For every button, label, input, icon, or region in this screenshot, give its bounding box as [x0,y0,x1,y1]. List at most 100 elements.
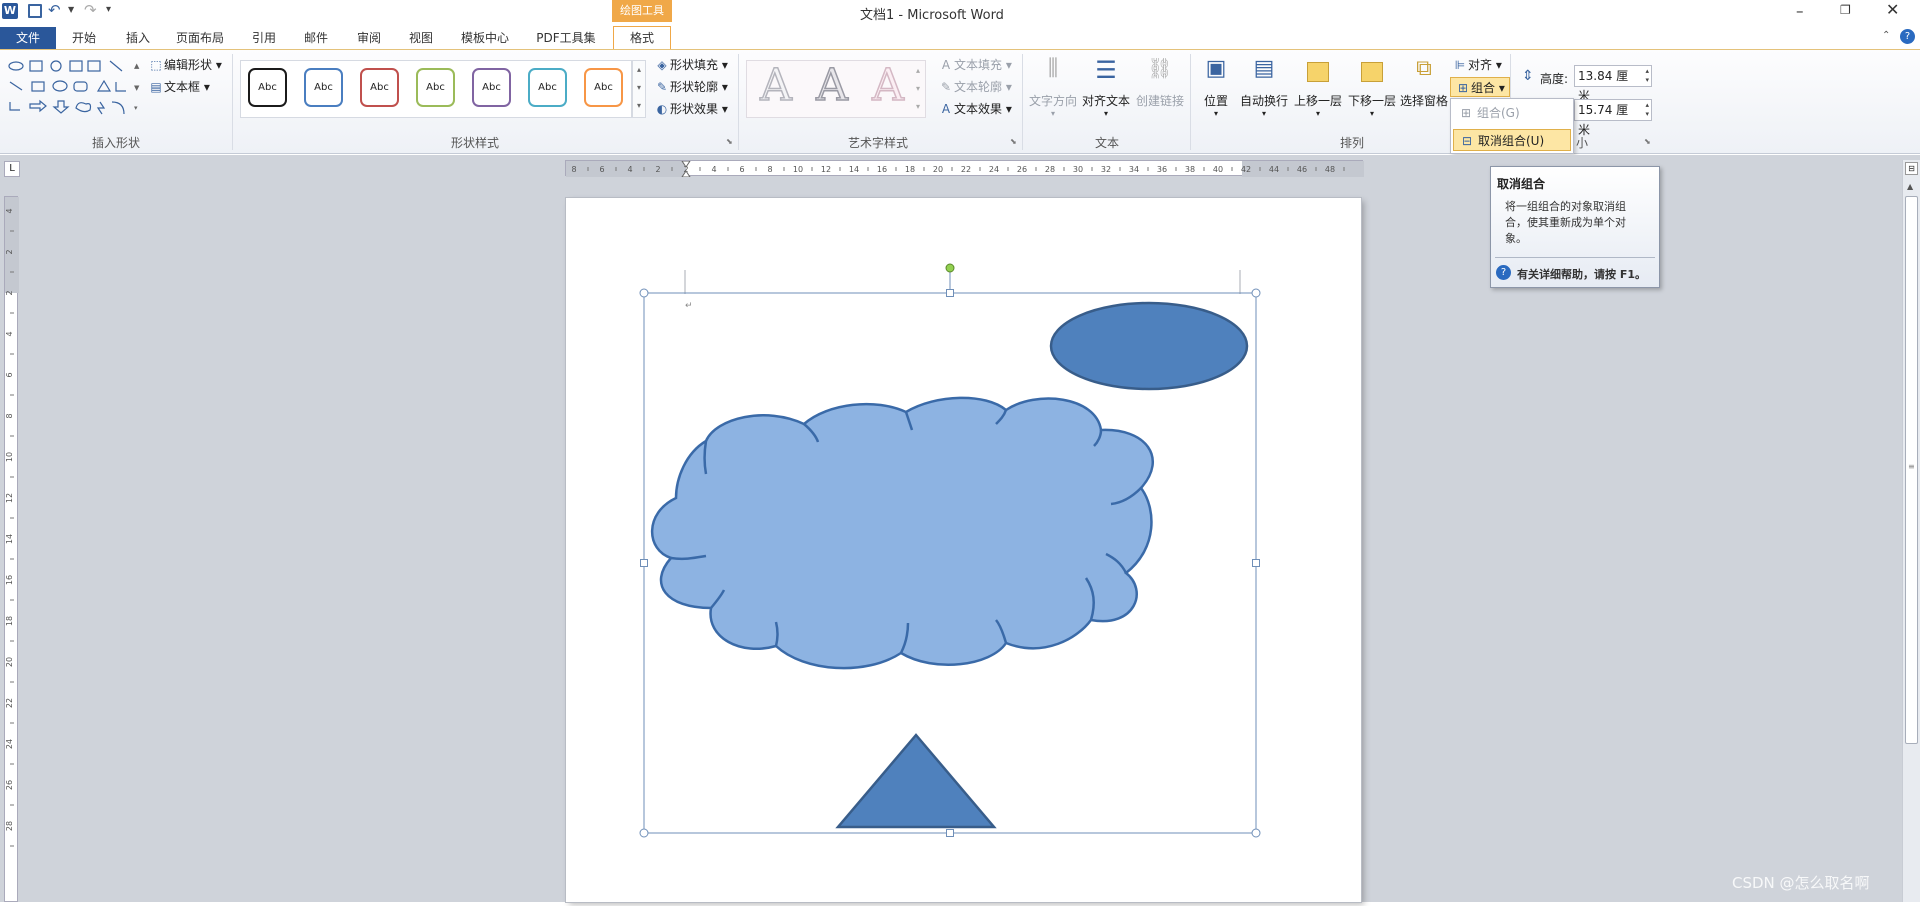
ruler-tick-label: 18 [5,616,14,626]
shapes-gallery[interactable]: ▲ ▼ ▾ [6,58,142,118]
send-backward-button[interactable]: 下移一层 ▾ [1346,56,1398,118]
spinner-icon[interactable]: ▴ ▾ [1645,67,1649,85]
shape-style-5[interactable]: Abc [472,68,511,107]
group-label-shape-styles: 形状样式 [450,136,499,150]
group-button[interactable]: ⊞ 组合 ▾ [1450,77,1510,97]
edit-shape-button[interactable]: ⬚ 编辑形状 ▾ [148,55,222,75]
height-icon: ⇕ [1522,68,1534,84]
ruler-tick-label: 46 [1297,165,1307,174]
ruler-tick-label: 4 [5,331,14,336]
rotation-handle[interactable] [945,263,955,273]
help-icon[interactable]: ? [1900,29,1915,44]
vertical-scrollbar[interactable]: ⊟ ▲ ≡ [1902,160,1920,902]
ruler-tick-label: 44 [1269,165,1279,174]
shape-style-7[interactable]: Abc [584,68,623,107]
bring-forward-button[interactable]: 上移一层 ▾ [1292,56,1344,118]
text-box-button[interactable]: ▤ 文本框 ▾ [148,77,210,97]
tab-format[interactable]: 格式 [613,26,671,50]
word-app-icon[interactable]: W [2,3,18,19]
tab-file[interactable]: 文件 [0,27,56,49]
wordart-style-1[interactable]: A [752,59,800,112]
shape-fill-button[interactable]: ◈ 形状填充 ▾ [654,55,727,75]
width-input[interactable]: 15.74 厘米 ▴ ▾ [1574,99,1652,137]
shape-effects-label: 形状效果 [670,102,719,116]
shape-style-3[interactable]: Abc [360,68,399,107]
ruler-tick-label: 8 [5,413,14,418]
spinner-icon[interactable]: ▴ ▾ [1645,101,1649,119]
ruler-tick-label: 32 [1101,165,1111,174]
shape-style-4[interactable]: Abc [416,68,455,107]
align-button[interactable]: ⊫ 对齐 ▾ [1452,55,1502,75]
undo-dropdown-icon[interactable]: ▼ [68,5,74,14]
ruler-tick-label: 2 [655,165,660,174]
cloud-shape[interactable] [650,396,1154,670]
oval-shape[interactable] [1049,301,1249,391]
horizontal-ruler[interactable]: 8 6 4 2 2 4 6 8 10 12 14 16 18 20 22 24 26 28 30 32 34 36 38 40… [565,160,1364,178]
shape-style-2[interactable]: Abc [304,68,343,107]
tab-view[interactable]: 视图 [401,27,441,49]
ruler-tick-label: 40 [1213,165,1223,174]
undo-icon[interactable]: ↶ [48,1,61,19]
height-input[interactable]: 13.84 厘米 ▴ ▾ [1574,65,1652,103]
shape-outline-button[interactable]: ✎ 形状轮廓 ▾ [654,77,728,97]
tab-home[interactable]: 开始 [64,27,104,49]
tooltip-divider [1495,257,1655,258]
align-text-button[interactable]: ☰ 对齐文本 ▾ [1080,56,1132,118]
ruler-tick-label: 8 [767,165,772,174]
ruler-tick-label: 26 [5,780,14,790]
shape-style-1[interactable]: Abc [248,68,287,107]
ruler-tick-label: 38 [1185,165,1195,174]
wrap-text-button[interactable]: ▤ 自动换行 ▾ [1238,56,1290,118]
group-divider [232,54,233,150]
drawing-canvas[interactable]: ↵ [566,198,1361,902]
scroll-up-icon[interactable]: ▲ [1907,182,1913,191]
restore-icon[interactable]: ❐ [1840,3,1851,17]
ruler-tick-label: 26 [1017,165,1027,174]
ruler-tick-label: 16 [877,165,887,174]
ruler-toggle-icon[interactable]: ⊟ [1905,162,1918,175]
shape-effects-icon: ◐ [656,102,668,116]
align-text-icon: ☰ [1095,56,1117,84]
tab-mailings[interactable]: 邮件 [296,27,336,49]
tab-pdf-tools[interactable]: PDF工具集 [530,27,602,49]
tab-insert[interactable]: 插入 [118,27,158,49]
close-icon[interactable]: ✕ [1886,0,1899,19]
tab-references[interactable]: 引用 [244,27,284,49]
align-label: 对齐 [1468,58,1493,72]
shape-styles-scroll[interactable]: ▴ ▾ ▾ [632,60,646,118]
quick-access-customize-icon[interactable]: ▾ [106,4,111,15]
group-dropdown-menu: ⊞ 组合(G) ⊟ 取消组合(U) [1450,98,1574,154]
wordart-style-3[interactable]: A [864,59,912,112]
tab-stop-selector[interactable]: L [4,161,20,177]
wordart-style-2[interactable]: A [808,59,856,112]
paint-bucket-icon: ◈ [657,58,667,72]
save-icon[interactable] [28,4,42,18]
wordart-scroll: ▴ ▾ ▾ [916,66,921,111]
ruler-tick-label: 28 [5,821,14,831]
position-button[interactable]: ▣ 位置 ▾ [1196,56,1236,118]
tab-page-layout[interactable]: 页面布局 [170,27,230,49]
create-link-label: 创建链接 [1135,94,1184,108]
vertical-ruler[interactable]: 4 2 2 4 6 8 10 12 14 16 18 20 22 24 26 28 [4,196,19,902]
shape-style-6[interactable]: Abc [528,68,567,107]
selection-pane-button[interactable]: ⧉ 选择窗格 [1398,56,1450,109]
dialog-launcher-icon[interactable]: ⬊ [726,137,733,146]
menu-item-group-label: 组合(G) [1477,106,1520,120]
shape-outline-label: 形状轮廓 [670,80,719,94]
minimize-icon[interactable]: – [1796,2,1804,20]
title-bar: W ↶ ▼ ↷ ▾ 绘图工具 文档1 - Microsoft Word – ❐ … [0,0,1920,27]
dialog-launcher-icon[interactable]: ⬊ [1644,137,1651,146]
group-label-text: 文本 [1094,136,1119,150]
dialog-launcher-icon[interactable]: ⬊ [1010,137,1017,146]
tab-review[interactable]: 审阅 [349,27,389,49]
text-effects-button[interactable]: A 文本效果 ▾ [938,99,1012,119]
tab-template-center[interactable]: 模板中心 [454,27,516,49]
menu-item-ungroup[interactable]: ⊟ 取消组合(U) [1453,129,1571,151]
ribbon-minimize-icon[interactable]: ⌃ [1882,30,1890,41]
text-fill-icon: A [941,58,951,72]
ruler-tick-label: 48 [1325,165,1335,174]
redo-icon[interactable]: ↷ [84,1,97,19]
shape-effects-button[interactable]: ◐ 形状效果 ▾ [654,99,728,119]
triangle-shape[interactable] [835,733,997,829]
ruler-tick-label: 4 [711,165,716,174]
